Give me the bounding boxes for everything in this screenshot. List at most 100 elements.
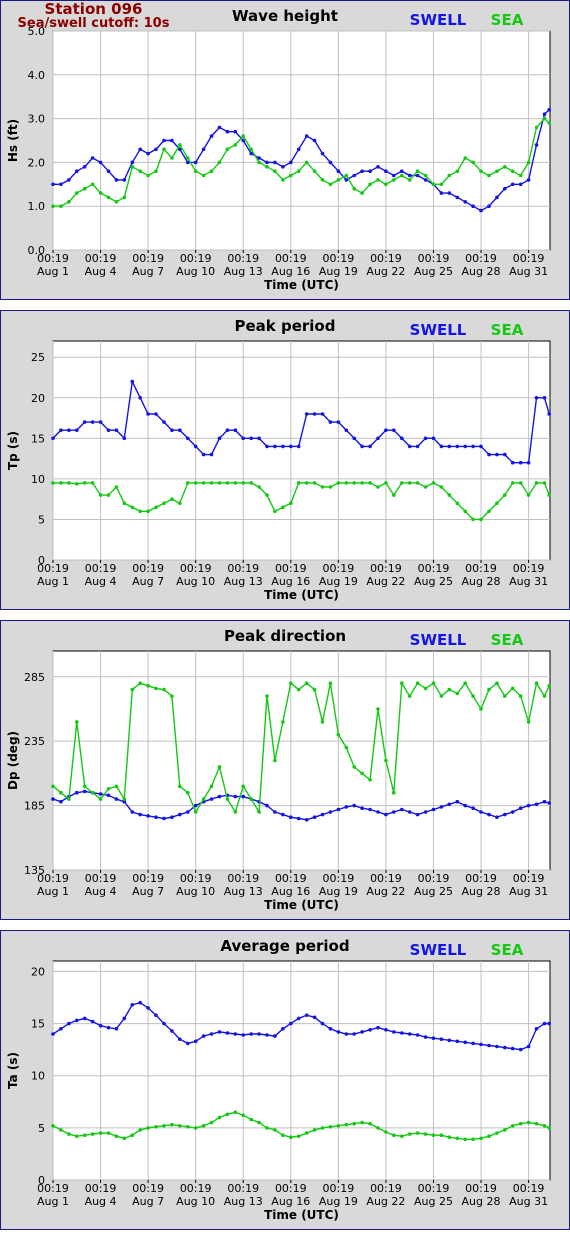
data-point-swell [130,1003,135,1007]
data-point-sea [304,681,309,685]
data-point-sea [510,481,515,485]
x-tick-time: 00:19 [418,252,450,265]
data-point-swell [90,156,95,160]
x-tick-time: 00:19 [85,1182,117,1195]
data-point-swell [146,151,150,156]
x-tick-date: Aug 13 [224,575,263,588]
data-point-swell [423,436,428,441]
data-point-swell [447,1038,452,1043]
data-point-sea [336,1124,341,1128]
data-point-sea [320,720,325,724]
data-point-swell [336,1030,341,1034]
data-point-sea [510,686,515,691]
data-point-swell [336,420,341,424]
legend-swell: SWELL [410,11,467,29]
data-point-sea [162,1124,166,1128]
legend-sea: SEA [491,941,524,959]
data-point-swell [495,452,499,457]
x-tick-time: 00:19 [132,252,164,265]
data-point-swell [67,178,71,182]
data-point-swell [423,810,428,814]
data-point-swell [431,807,436,812]
data-point-swell [90,1019,95,1024]
data-point-swell [281,1027,285,1031]
data-point-sea [162,501,166,505]
data-point-sea [51,204,55,208]
data-point-swell [170,138,174,143]
data-point-swell [138,812,142,817]
data-point-swell [320,151,325,156]
data-point-swell [106,169,111,173]
data-point-sea [447,173,452,178]
data-point-sea [447,687,452,692]
x-tick-date: Aug 10 [176,265,215,278]
data-point-sea [281,1133,285,1137]
data-point-sea [257,810,261,814]
data-point-sea [384,1130,388,1134]
data-point-swell [503,1045,507,1050]
x-tick-time: 00:19 [513,1182,545,1195]
data-point-swell [154,815,158,819]
y-axis-label: Tp (s) [6,431,20,470]
data-point-sea [400,481,404,485]
x-tick-time: 00:19 [323,872,355,885]
x-tick-date: Aug 31 [509,575,548,588]
data-point-sea [312,169,317,173]
data-point-sea [130,165,135,169]
data-point-sea [67,1132,71,1136]
data-point-swell [510,810,515,814]
data-point-swell [304,818,309,822]
data-point-sea [170,497,174,501]
data-point-swell [98,420,103,424]
x-tick-date: Aug 4 [85,885,117,898]
legend-swell: SWELL [410,321,467,339]
data-point-sea [495,1131,499,1135]
data-point-sea [415,1131,420,1135]
data-point-sea [352,481,357,485]
data-point-swell [162,816,166,821]
data-point-sea [376,1126,380,1130]
data-point-sea [273,509,277,514]
data-point-swell [328,810,333,814]
data-point-sea [392,790,396,795]
x-tick-date: Aug 28 [462,1195,501,1208]
data-point-sea [98,191,103,195]
data-point-sea [328,681,333,685]
data-point-swell [542,1021,547,1026]
data-point-sea [106,493,111,497]
data-point-swell [376,436,380,441]
data-point-sea [106,1131,111,1135]
data-point-sea [289,173,293,178]
data-point-sea [154,505,158,510]
plot-area [52,960,551,1181]
data-point-sea [186,1125,190,1129]
data-point-sea [51,1124,55,1128]
data-point-swell [193,444,198,449]
data-point-sea [336,178,341,182]
data-point-sea [320,485,325,489]
x-tick-date: Aug 13 [224,1195,263,1208]
data-point-swell [265,1033,269,1037]
data-point-sea [376,485,380,489]
data-point-sea [304,1131,309,1135]
data-point-sea [439,694,444,698]
data-point-sea [273,1128,277,1132]
data-point-swell [328,420,333,424]
data-point-sea [415,481,420,485]
x-axis-label: Time (UTC) [264,278,339,292]
data-point-sea [67,481,71,485]
data-point-swell [439,1037,444,1041]
data-point-swell [439,444,444,449]
data-point-sea [82,784,87,789]
x-tick-date: Aug 28 [462,265,501,278]
data-point-swell [423,1035,428,1039]
data-point-sea [463,509,468,514]
x-tick-date: Aug 19 [319,1195,358,1208]
data-point-sea [217,481,222,485]
data-point-sea [217,1115,222,1120]
data-point-swell [547,412,551,416]
data-point-swell [257,436,261,441]
data-point-sea [471,1137,475,1142]
legend-sea: SEA [491,631,524,649]
data-point-sea [376,707,380,711]
